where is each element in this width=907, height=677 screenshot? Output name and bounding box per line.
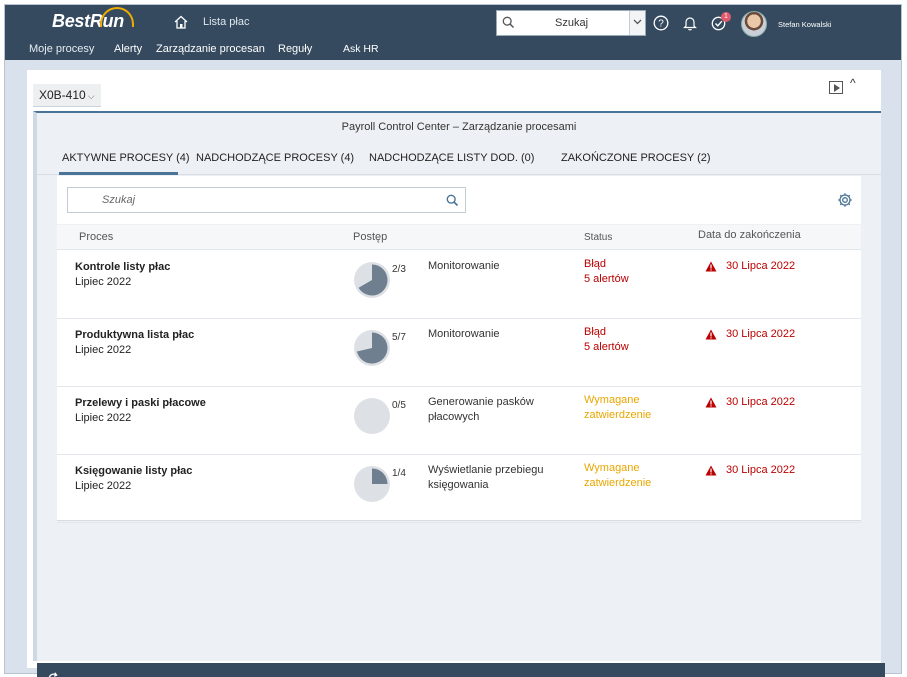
process-activity: Monitorowanie <box>428 328 500 340</box>
progress-count: 0/5 <box>392 400 406 411</box>
column-progress[interactable]: Postęp <box>353 231 387 243</box>
nav-ask-hr[interactable]: Ask HR <box>343 43 379 55</box>
gear-icon[interactable] <box>837 192 853 208</box>
table-header: Proces Postęp Status Data do zakończenia <box>57 224 861 250</box>
pie-fill <box>372 468 388 484</box>
due-date: 30 Lipca 2022 <box>726 464 796 476</box>
table-row[interactable]: Kontrole listy płac Lipiec 2022 2/3 Moni… <box>57 251 861 319</box>
footer-toolbar <box>37 663 885 677</box>
nav-alerts[interactable]: Alerty <box>114 43 142 55</box>
logo-arc <box>100 7 134 27</box>
due-date: 30 Lipca 2022 <box>726 328 796 340</box>
progress-pie <box>354 330 390 366</box>
status-badge[interactable]: Wymagane zatwierdzenie <box>584 461 651 491</box>
variant-label: X0B-410 <box>39 88 86 102</box>
tab-upcoming-offcycle[interactable]: NADCHODZĄCE LISTY DOD. (0) <box>369 152 534 164</box>
search-input[interactable]: Szukaj <box>67 187 466 213</box>
warning-icon <box>705 397 717 408</box>
due-date: 30 Lipca 2022 <box>726 260 796 272</box>
process-activity: Generowanie pasków płacowych <box>428 396 534 423</box>
svg-text:?: ? <box>658 19 664 30</box>
active-tab-indicator <box>59 172 178 175</box>
search-scope-label: Szukaj <box>555 17 589 29</box>
tab-active-processes[interactable]: AKTYWNE PROCESY (4) <box>62 152 190 164</box>
status-text: Wymagane <box>584 462 640 474</box>
refresh-icon[interactable] <box>47 672 60 677</box>
window-frame: BestRun Lista płac Szukaj ? 1 Stefan Kow… <box>4 4 902 677</box>
user-name[interactable]: Stefan Kowalski <box>778 20 831 29</box>
nav-rules[interactable]: Reguły <box>278 43 312 55</box>
process-panel: Payroll Control Center – Zarządzanie pro… <box>33 111 885 677</box>
table-row[interactable]: Produktywna lista płac Lipiec 2022 5/7 M… <box>57 319 861 387</box>
process-period: Lipiec 2022 <box>75 344 132 356</box>
shell-search[interactable]: Szukaj <box>496 10 646 36</box>
panel-title: Payroll Control Center – Zarządzanie pro… <box>341 121 577 133</box>
avatar[interactable] <box>741 11 767 37</box>
progress-pie <box>354 262 390 298</box>
process-period: Lipiec 2022 <box>75 480 132 492</box>
search-icon <box>502 16 515 29</box>
process-name: Kontrole listy płac <box>75 261 171 273</box>
chevron-down-icon: ⌵ <box>87 91 95 101</box>
warning-icon <box>705 465 717 476</box>
process-list: Szukaj Proces Postęp Status Data do zako… <box>57 176 861 523</box>
status-text: Błąd <box>584 258 607 270</box>
search-icon[interactable] <box>446 194 459 207</box>
nav-process-management[interactable]: Zarządzanie procesan <box>156 43 265 55</box>
column-status[interactable]: Status <box>584 232 612 243</box>
progress-count: 1/4 <box>392 468 406 479</box>
help-icon[interactable]: ? <box>653 15 669 31</box>
pie-track <box>354 398 390 434</box>
progress-count: 2/3 <box>392 264 406 275</box>
process-period: Lipiec 2022 <box>75 276 132 288</box>
status-detail: 5 alertów <box>584 341 629 353</box>
column-process[interactable]: Proces <box>79 231 113 243</box>
tab-completed-processes[interactable]: ZAKOŃCZONE PROCESY (2) <box>561 152 711 164</box>
chevron-down-icon <box>633 19 642 25</box>
process-activity: Wyświetlanie przebiegu księgowania <box>428 464 544 491</box>
status-detail: zatwierdzenie <box>584 477 652 489</box>
process-activity: Monitorowanie <box>428 260 500 272</box>
tab-bar: AKTYWNE PROCESY (4) NADCHODZĄCE PROCESY … <box>37 141 881 175</box>
status-badge[interactable]: Błąd 5 alertów <box>584 325 629 355</box>
table-row[interactable]: Przelewy i paski płacowe Lipiec 2022 0/5… <box>57 387 861 455</box>
status-detail: zatwierdzenie <box>584 409 652 421</box>
app-title[interactable]: Lista płac <box>203 16 249 28</box>
search-placeholder: Szukaj <box>102 194 136 206</box>
table-row[interactable]: Księgowanie listy płac Lipiec 2022 1/4 W… <box>57 455 861 523</box>
warning-icon <box>705 261 717 272</box>
status-badge[interactable]: Wymagane zatwierdzenie <box>584 393 651 423</box>
collapse-icon[interactable]: ^ <box>850 76 856 90</box>
play-icon[interactable] <box>829 81 843 94</box>
home-icon[interactable] <box>173 15 189 29</box>
status-badge[interactable]: Błąd 5 alertów <box>584 257 629 287</box>
progress-pie <box>354 398 390 434</box>
nav-my-processes[interactable]: Moje procesy <box>29 43 94 55</box>
progress-pie <box>354 466 390 502</box>
column-due-date[interactable]: Data do zakończenia <box>698 229 801 241</box>
warning-icon <box>705 329 717 340</box>
process-period: Lipiec 2022 <box>75 412 132 424</box>
status-text: Wymagane <box>584 394 640 406</box>
process-name: Przelewy i paski płacowe <box>75 397 206 409</box>
due-date: 30 Lipca 2022 <box>726 396 796 408</box>
status-text: Błąd <box>584 326 607 338</box>
notification-badge: 1 <box>721 12 731 22</box>
shell-header: BestRun Lista płac Szukaj ? 1 Stefan Kow… <box>5 5 901 60</box>
status-detail: 5 alertów <box>584 273 629 285</box>
bell-icon[interactable] <box>683 15 697 31</box>
tab-upcoming-processes[interactable]: NADCHODZĄCE PROCESY (4) <box>196 152 354 164</box>
search-scope-dropdown[interactable] <box>629 11 645 35</box>
process-name: Produktywna lista płac <box>75 329 195 341</box>
variant-selector[interactable]: X0B-410 ⌵ <box>33 84 101 107</box>
progress-count: 5/7 <box>392 332 406 343</box>
process-name: Księgowanie listy płac <box>75 465 193 477</box>
payroll-card: X0B-410 ⌵ ^ Payroll Control Center – Zarz… <box>27 70 885 677</box>
